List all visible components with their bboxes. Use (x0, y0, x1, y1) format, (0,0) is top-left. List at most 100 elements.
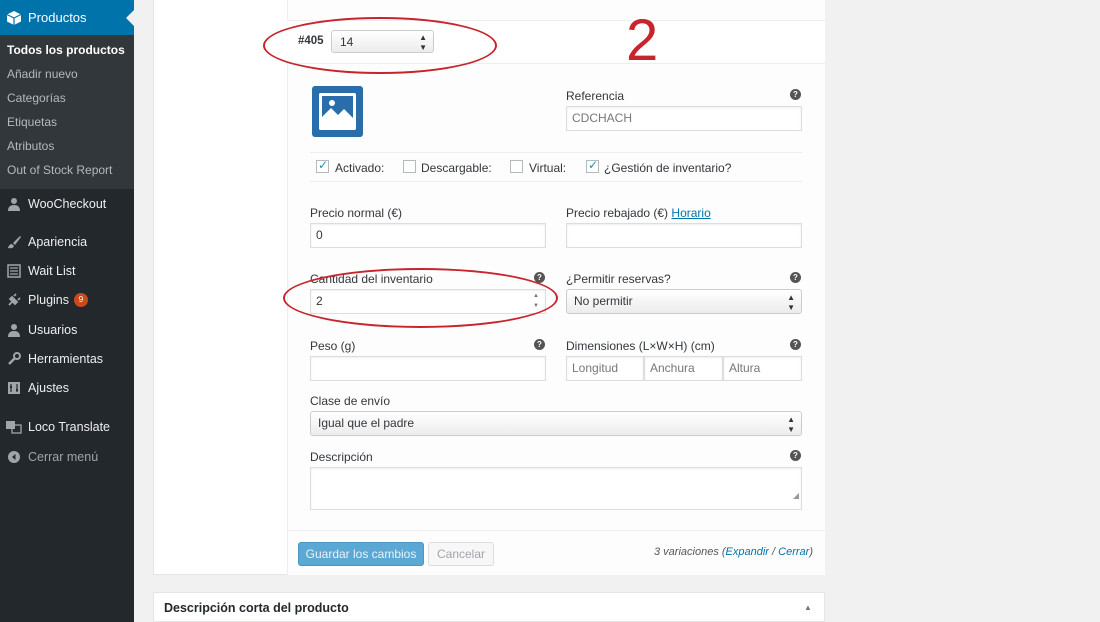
close-link[interactable]: Cerrar (778, 546, 809, 558)
anchura-input[interactable]: Anchura (644, 356, 723, 381)
gestion-inventario-checkbox[interactable] (586, 158, 599, 173)
image-placeholder-icon (319, 93, 356, 130)
submenu-etiquetas[interactable]: Etiquetas (7, 115, 57, 129)
short-description-title: Descripción corta del producto (164, 601, 349, 615)
cancel-button[interactable]: Cancelar (428, 542, 494, 566)
user-icon (4, 320, 24, 340)
submenu-categorias[interactable]: Categorías (7, 91, 66, 105)
horario-link[interactable]: Horario (671, 206, 710, 220)
virtual-checkbox[interactable] (510, 160, 523, 173)
precio-rebajado-input[interactable] (566, 223, 802, 248)
translate-icon (4, 417, 24, 437)
menu-label-apariencia: Apariencia (28, 235, 88, 249)
toggle-up-icon[interactable]: ▲ (804, 603, 812, 612)
menu-item-ajustes[interactable]: Ajustes (0, 374, 134, 402)
menu-item-usuarios[interactable]: Usuarios (0, 316, 134, 344)
list-icon (4, 261, 24, 281)
submenu-atributos[interactable]: Atributos (7, 139, 54, 153)
variations-count: 3 variaciones (Expandir / Cerrar) (654, 546, 813, 558)
submenu-out-of-stock[interactable]: Out of Stock Report (7, 163, 112, 177)
collapse-icon (4, 447, 24, 467)
select-arrows-icon: ▲ ▼ (787, 415, 795, 434)
reservas-value: No permitir (574, 294, 633, 308)
variations-count-suffix: ) (809, 546, 813, 558)
number-stepper-icon[interactable]: ▲ ▼ (533, 291, 539, 311)
referencia-help-icon[interactable]: ? (790, 89, 801, 100)
descripcion-label: Descripción (310, 450, 373, 464)
select-arrows-icon: ▲ ▼ (787, 293, 795, 312)
menu-label-productos: Productos (28, 10, 87, 25)
precio-rebajado-label: Precio rebajado (€) Horario (566, 206, 711, 220)
descripcion-help-icon[interactable]: ? (790, 450, 801, 461)
precio-rebajado-text: Precio rebajado (€) (566, 206, 669, 220)
reservas-help-icon[interactable]: ? (790, 272, 801, 283)
menu-label-wait-list: Wait List (28, 264, 76, 278)
menu-label-woocheckout: WooCheckout (28, 197, 107, 211)
menu-item-loco-translate[interactable]: Loco Translate (0, 413, 134, 441)
clase-envio-value: Igual que el padre (318, 416, 415, 430)
dimensiones-help-icon[interactable]: ? (790, 339, 801, 350)
menu-item-cerrar-menu[interactable]: Cerrar menú (0, 443, 134, 471)
longitud-placeholder: Longitud (572, 361, 619, 375)
longitud-input[interactable]: Longitud (566, 356, 644, 381)
expand-link[interactable]: Expandir (726, 546, 769, 558)
referencia-input[interactable]: CDCHACH (566, 106, 802, 131)
menu-label-ajustes: Ajustes (28, 381, 69, 395)
menu-item-productos[interactable]: Productos (0, 0, 134, 35)
plugins-update-badge: 9 (74, 293, 88, 307)
menu-label-usuarios: Usuarios (28, 323, 78, 337)
activado-label: Activado: (335, 161, 385, 175)
menu-item-herramientas[interactable]: Herramientas (0, 345, 134, 373)
reservas-label: ¿Permitir reservas? (566, 272, 671, 286)
people-icon (4, 194, 24, 214)
variation-id: #405 (298, 35, 324, 47)
variations-count-text: 3 variaciones ( (654, 546, 726, 558)
peso-input[interactable] (310, 356, 546, 381)
referencia-value: CDCHACH (572, 111, 632, 125)
save-changes-button[interactable]: Guardar los cambios (298, 542, 424, 566)
cantidad-input[interactable]: 2 ▲ ▼ (310, 289, 546, 314)
variations-separator: / (768, 546, 779, 558)
select-arrows-icon: ▲ ▼ (419, 33, 427, 52)
altura-placeholder: Altura (729, 361, 761, 375)
clase-envio-select[interactable]: Igual que el padre ▲ ▼ (310, 411, 802, 436)
precio-normal-label: Precio normal (€) (310, 206, 403, 220)
submenu-todos-productos[interactable]: Todos los productos (7, 43, 125, 57)
virtual-label: Virtual: (529, 161, 567, 175)
resize-handle-icon[interactable]: ◢ (793, 484, 799, 507)
brush-icon (4, 232, 24, 252)
descripcion-textarea[interactable]: ◢ (310, 467, 802, 510)
submenu-anadir-nuevo[interactable]: Añadir nuevo (7, 67, 78, 81)
menu-label-plugins: Plugins (28, 293, 69, 307)
descargable-checkbox[interactable] (403, 160, 416, 173)
reservas-select[interactable]: No permitir ▲ ▼ (566, 289, 802, 314)
productos-submenu: Todos los productos Añadir nuevo Categor… (0, 35, 134, 189)
footer-divider (287, 530, 825, 531)
plugin-icon (4, 290, 24, 310)
activado-checkbox[interactable] (316, 158, 329, 173)
cantidad-label: Cantidad del inventario (310, 272, 433, 286)
current-menu-arrow (126, 10, 134, 26)
precio-normal-value: 0 (316, 228, 323, 242)
dimensiones-label: Dimensiones (L×W×H) (cm) (566, 339, 715, 353)
cantidad-help-icon[interactable]: ? (534, 272, 545, 283)
variation-attribute-value: 14 (340, 35, 354, 49)
descargable-label: Descargable: (421, 161, 492, 175)
precio-normal-input[interactable]: 0 (310, 223, 546, 248)
referencia-label: Referencia (566, 89, 625, 103)
variation-attribute-select[interactable]: 14 ▲ ▼ (331, 30, 434, 53)
admin-sidebar: Productos Todos los productos Añadir nue… (0, 0, 134, 622)
variation-image-icon[interactable] (312, 86, 363, 137)
wrench-icon (4, 349, 24, 369)
menu-item-plugins[interactable]: Plugins 9 (0, 286, 134, 314)
annotation-number: 2 (626, 8, 659, 73)
menu-item-wait-list[interactable]: Wait List (0, 257, 134, 285)
altura-input[interactable]: Altura (723, 356, 802, 381)
menu-item-apariencia[interactable]: Apariencia (0, 228, 134, 256)
peso-label: Peso (g) (310, 339, 356, 353)
cantidad-value: 2 (316, 294, 323, 308)
menu-label-loco-translate: Loco Translate (28, 420, 110, 434)
peso-help-icon[interactable]: ? (534, 339, 545, 350)
menu-item-woocheckout[interactable]: WooCheckout (0, 190, 134, 218)
clase-envio-label: Clase de envío (310, 394, 391, 408)
